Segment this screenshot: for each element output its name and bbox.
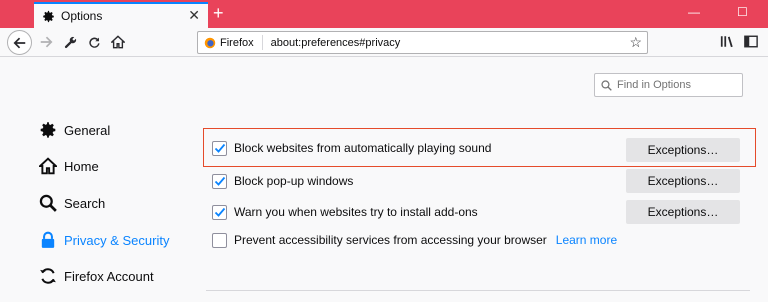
tab-options[interactable]: Options ✕ — [34, 2, 208, 28]
permission-row-popups[interactable]: Block pop-up windows — [212, 171, 353, 191]
tab-title: Options — [61, 9, 103, 23]
url-text: about:preferences#privacy — [270, 36, 401, 49]
sidebar-item-general[interactable]: General — [38, 119, 110, 141]
checkmark-icon — [214, 143, 225, 153]
back-button[interactable] — [7, 30, 32, 55]
addons-label: Warn you when websites try to install ad… — [234, 205, 478, 219]
lock-icon — [38, 230, 58, 250]
firefox-logo-icon — [204, 37, 216, 48]
new-tab-button[interactable]: + — [213, 3, 224, 23]
sidebar-item-privacy-security[interactable]: Privacy & Security — [38, 229, 169, 251]
sidebar-item-label: Search — [64, 195, 106, 211]
back-arrow-icon — [13, 37, 25, 48]
sidebar-button[interactable] — [744, 35, 758, 51]
search-icon — [38, 193, 58, 213]
addons-exceptions-button[interactable]: Exceptions… — [626, 200, 740, 224]
url-separator — [261, 35, 263, 50]
accessibility-checkbox[interactable] — [212, 232, 227, 248]
home-icon — [38, 156, 58, 176]
popups-checkbox[interactable] — [212, 173, 227, 189]
forward-button[interactable] — [35, 31, 57, 53]
permission-row-addons[interactable]: Warn you when websites try to install ad… — [212, 202, 478, 222]
reload-button[interactable] — [83, 31, 105, 53]
sidebar-toggle-icon — [744, 35, 758, 48]
addons-checkbox[interactable] — [212, 204, 227, 220]
home-button[interactable] — [107, 31, 129, 53]
autoplay-label: Block websites from automatically playin… — [234, 141, 492, 155]
identity-label: Firefox — [220, 36, 254, 49]
nav-toolbar: Firefox about:preferences#privacy ☆ — [0, 28, 768, 57]
search-icon — [601, 79, 612, 91]
sync-icon — [38, 266, 58, 286]
wrench-icon — [64, 36, 76, 48]
find-in-options-input[interactable]: Find in Options — [594, 73, 743, 97]
url-bar[interactable]: Firefox about:preferences#privacy ☆ — [197, 31, 648, 54]
section-divider — [206, 290, 750, 291]
sidebar-item-search[interactable]: Search — [38, 192, 105, 214]
find-placeholder: Find in Options — [617, 79, 691, 91]
permission-row-accessibility[interactable]: Prevent accessibility services from acce… — [212, 230, 617, 250]
permission-row-autoplay[interactable]: Block websites from automatically playin… — [212, 138, 491, 158]
checkmark-icon — [214, 207, 225, 217]
popups-exceptions-button[interactable]: Exceptions… — [626, 169, 740, 193]
autoplay-exceptions-button[interactable]: Exceptions… — [626, 138, 740, 162]
checkmark-icon — [214, 176, 225, 186]
sidebar-item-home[interactable]: Home — [38, 155, 99, 177]
close-tab-icon[interactable]: ✕ — [188, 8, 200, 22]
maximize-button[interactable]: ☐ — [737, 5, 748, 19]
bookmark-star-icon[interactable]: ☆ — [629, 34, 642, 51]
customize-button[interactable] — [59, 31, 81, 53]
sidebar-item-label: General — [64, 122, 111, 138]
autoplay-checkbox[interactable] — [212, 140, 227, 156]
library-icon — [720, 36, 733, 48]
accessibility-label: Prevent accessibility services from acce… — [234, 233, 547, 247]
learn-more-link[interactable]: Learn more — [556, 233, 617, 247]
sidebar-item-label: Firefox Account — [64, 268, 154, 284]
sidebar-item-label: Home — [64, 158, 99, 174]
forward-arrow-icon — [40, 36, 53, 48]
minimize-button[interactable]: — — [688, 5, 700, 19]
tab-strip: Options ✕ + — ☐ — [0, 0, 768, 28]
home-icon — [111, 35, 125, 49]
sidebar-item-label: Privacy & Security — [64, 232, 170, 248]
preferences-content: Find in Options General Home Search Priv… — [0, 58, 768, 302]
gear-icon — [38, 120, 58, 140]
sidebar-item-firefox-account[interactable]: Firefox Account — [38, 265, 154, 287]
reload-icon — [88, 37, 100, 48]
library-button[interactable] — [720, 35, 734, 51]
gear-icon — [41, 9, 55, 23]
popups-label: Block pop-up windows — [234, 174, 354, 188]
